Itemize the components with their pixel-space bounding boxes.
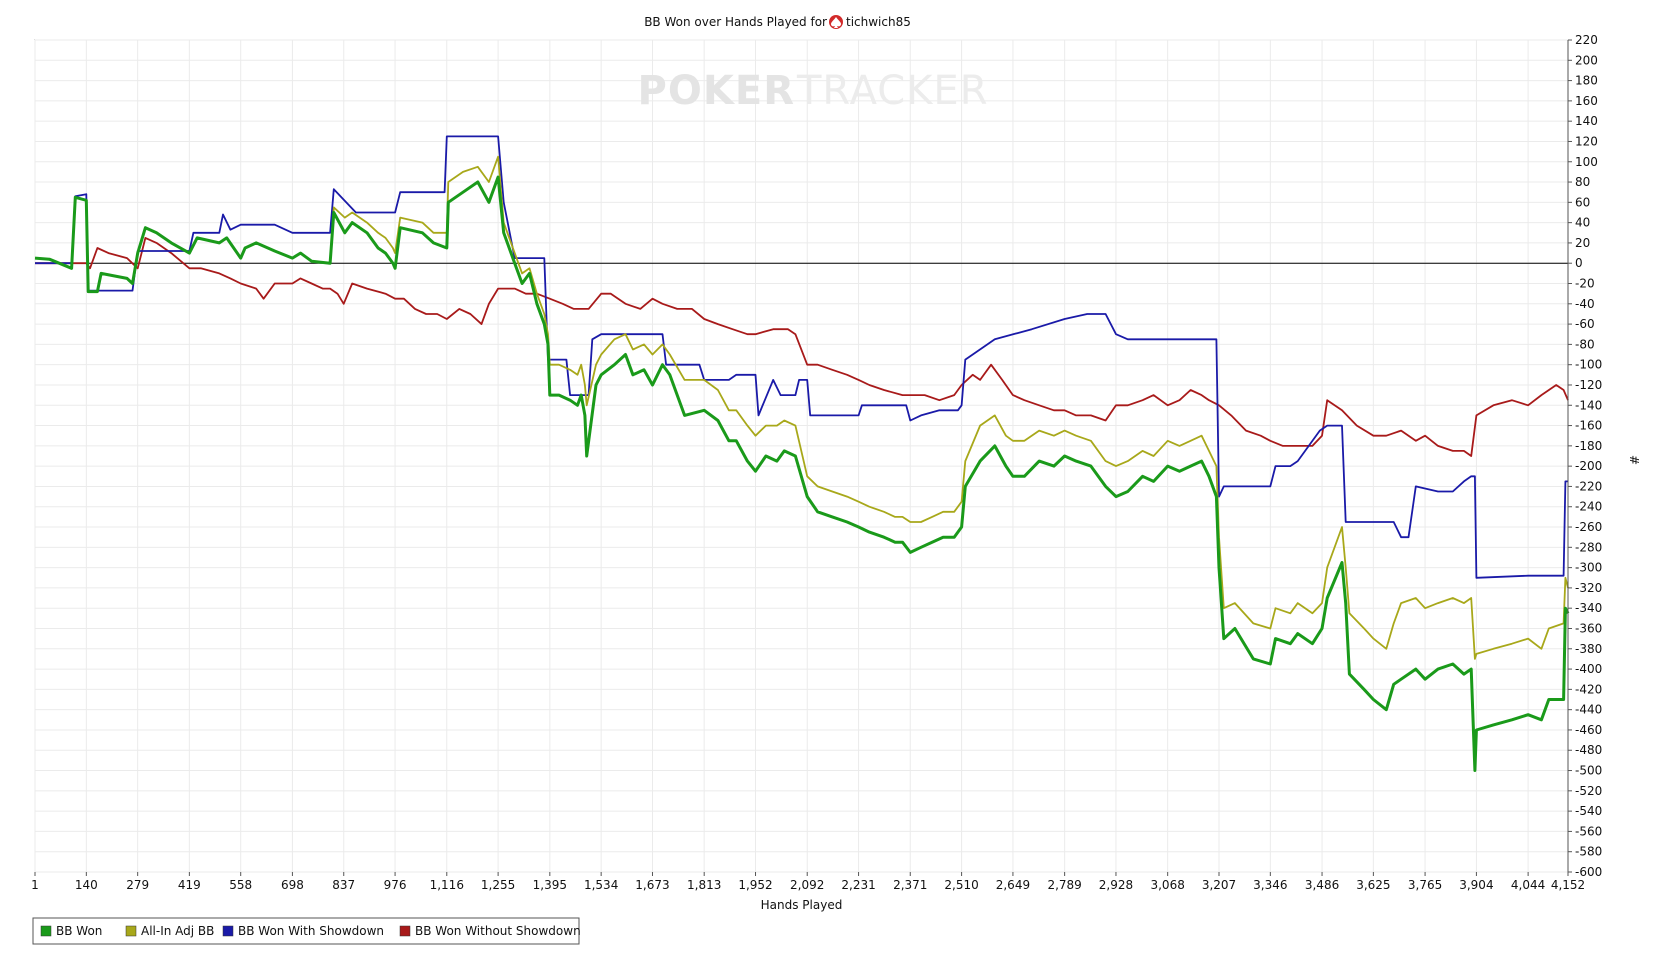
y-tick-label: -480	[1575, 743, 1602, 757]
legend: BB Won All-In Adj BB BB Won With Showdown B…	[32, 917, 581, 945]
y-tick-label: -400	[1575, 662, 1602, 676]
x-tick-label: 1,673	[635, 878, 669, 892]
x-tick-label: 2,371	[893, 878, 927, 892]
x-tick-label: 1	[31, 878, 39, 892]
y-tick-label: -500	[1575, 764, 1602, 778]
y-tick-label: -340	[1575, 601, 1602, 615]
x-tick-label: 1,395	[533, 878, 567, 892]
y-axis-title: #	[1627, 455, 1641, 465]
y-tick-label: -100	[1575, 358, 1602, 372]
bb-won-chart: BB Won over Hands Played for tichwich85 …	[0, 0, 1666, 967]
y-tick-label: -120	[1575, 378, 1602, 392]
y-tick-label: 140	[1575, 114, 1598, 128]
y-tick-label: 100	[1575, 155, 1598, 169]
y-tick-label: 40	[1575, 216, 1590, 230]
x-tick-label: 3,486	[1305, 878, 1339, 892]
y-tick-label: -180	[1575, 439, 1602, 453]
y-tick-label: 180	[1575, 74, 1598, 88]
chart-title-group: BB Won over Hands Played for tichwich85	[644, 15, 911, 29]
y-tick-label: -20	[1575, 277, 1595, 291]
y-tick-label: 80	[1575, 175, 1590, 189]
legend-label-bb-won-with-showdown: BB Won With Showdown	[238, 924, 384, 938]
x-tick-label: 3,904	[1459, 878, 1493, 892]
y-tick-label: -240	[1575, 500, 1602, 514]
x-tick-label: 3,068	[1150, 878, 1184, 892]
legend-swatch-all-in-adj-bb	[125, 925, 137, 937]
spade-icon	[829, 15, 843, 29]
x-axis-title: Hands Played	[761, 898, 843, 912]
x-tick-label: 3,346	[1253, 878, 1287, 892]
y-tick-label: -300	[1575, 561, 1602, 575]
pokertracker-watermark: POKER TRACKER	[638, 68, 989, 114]
y-tick-label: 0	[1575, 256, 1583, 270]
y-tick-label: -520	[1575, 784, 1602, 798]
watermark-tracker: TRACKER	[796, 68, 989, 114]
x-tick-label: 2,092	[790, 878, 824, 892]
legend-label-bb-won-without-showdown: BB Won Without Showdown	[415, 924, 581, 938]
y-tick-label: -460	[1575, 723, 1602, 737]
chart-title: BB Won over Hands Played for	[644, 15, 827, 29]
y-tick-label: 120	[1575, 134, 1598, 148]
x-tick-label: 698	[281, 878, 304, 892]
y-tick-label: -360	[1575, 621, 1602, 635]
x-tick-label: 1,255	[481, 878, 515, 892]
y-tick-label: -40	[1575, 297, 1595, 311]
y-tick-label: -260	[1575, 520, 1602, 534]
x-tick-label: 3,765	[1408, 878, 1442, 892]
x-tick-label: 2,649	[996, 878, 1030, 892]
watermark-poker: POKER	[638, 68, 795, 114]
x-tick-label: 558	[229, 878, 252, 892]
x-tick-label: 1,952	[738, 878, 772, 892]
y-tick-label: -140	[1575, 398, 1602, 412]
x-tick-label: 2,231	[841, 878, 875, 892]
x-tick-label: 837	[332, 878, 355, 892]
y-tick-label: -320	[1575, 581, 1602, 595]
y-tick-label: -420	[1575, 682, 1602, 696]
legend-swatch-bb-won-without-showdown	[399, 925, 411, 937]
chart-title-player: tichwich85	[846, 15, 911, 29]
y-tick-label: 60	[1575, 195, 1590, 209]
y-tick-label: -80	[1575, 337, 1595, 351]
plot-background	[34, 39, 1569, 873]
y-tick-label: -60	[1575, 317, 1595, 331]
x-tick-label: 2,789	[1047, 878, 1081, 892]
legend-swatch-bb-won-with-showdown	[222, 925, 234, 937]
x-tick-label: 3,207	[1202, 878, 1236, 892]
y-tick-label: -560	[1575, 824, 1602, 838]
x-tick-label: 140	[75, 878, 98, 892]
y-tick-label: -200	[1575, 459, 1602, 473]
x-tick-label: 1,116	[430, 878, 464, 892]
x-tick-label: 4,044	[1511, 878, 1545, 892]
x-tick-label: 976	[384, 878, 407, 892]
x-tick-label: 2,510	[944, 878, 978, 892]
plot-area: POKER TRACKER	[34, 39, 1570, 873]
x-tick-label: 3,625	[1356, 878, 1390, 892]
x-tick-label: 2,928	[1099, 878, 1133, 892]
y-tick-label: -580	[1575, 845, 1602, 859]
legend-label-bb-won: BB Won	[56, 924, 102, 938]
y-tick-label: -440	[1575, 703, 1602, 717]
y-tick-label: -380	[1575, 642, 1602, 656]
y-tick-label: 220	[1575, 33, 1598, 47]
x-tick-label: 1,534	[584, 878, 618, 892]
y-tick-label: -160	[1575, 419, 1602, 433]
y-tick-label: 20	[1575, 236, 1590, 250]
legend-swatch-bb-won	[40, 925, 52, 937]
y-tick-label: -280	[1575, 540, 1602, 554]
y-tick-label: 160	[1575, 94, 1598, 108]
legend-label-all-in-adj-bb: All-In Adj BB	[141, 924, 214, 938]
y-tick-label: -600	[1575, 865, 1602, 879]
y-tick-label: -540	[1575, 804, 1602, 818]
x-tick-label: 1,813	[687, 878, 721, 892]
y-tick-label: -220	[1575, 479, 1602, 493]
x-tick-label: 279	[126, 878, 149, 892]
y-tick-label: 200	[1575, 53, 1598, 67]
x-tick-label: 419	[178, 878, 201, 892]
x-tick-label: 4,152	[1551, 878, 1585, 892]
